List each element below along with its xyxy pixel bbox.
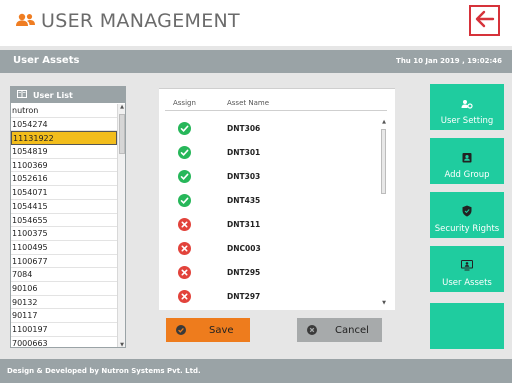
x-circle-icon[interactable] [178,218,191,231]
header-divider [165,110,387,111]
asset-row[interactable]: DNT435 [159,191,379,215]
asset-row[interactable]: DNT301 [159,143,379,167]
user-list-item[interactable]: 1054071 [11,186,117,200]
users-icon [16,12,35,31]
footer-text: Design & Developed by Nutron Systems Pvt… [7,367,201,375]
shield-icon [462,202,472,221]
x-circle-icon[interactable] [178,290,191,303]
user-list-item[interactable]: 1100375 [11,227,117,241]
user-list-item[interactable]: 1052616 [11,172,117,187]
asset-name: DNT303 [227,172,261,181]
save-button[interactable]: Save [166,318,250,342]
scroll-thumb[interactable] [381,129,386,194]
section-bar: User Assets Thu 10 Jan 2019 , 19:02:46 [0,50,512,73]
side-label: Security Rights [434,224,500,234]
col-asset-name: Asset Name [227,99,270,107]
side-label: User Setting [440,116,494,126]
user-list-item[interactable]: 90132 [11,296,117,310]
user-list-item[interactable]: 1054415 [11,200,117,214]
user-list-items: nutron 1054274 11131922 1054819 1100369 10526… [11,104,117,347]
user-list-item[interactable]: 1054819 [11,145,117,159]
side-button-add-group[interactable]: Add Group [430,138,504,184]
user-list-item[interactable]: 1100495 [11,241,117,255]
footer: Design & Developed by Nutron Systems Pvt… [0,359,512,383]
asset-name: DNT311 [227,220,261,229]
section-title: User Assets [13,55,80,66]
arrow-left-icon [475,10,495,32]
side-label: Add Group [444,170,490,180]
title-wrap: USER MANAGEMENT [16,10,240,32]
user-list-title: User List [33,90,73,100]
book-icon [17,90,27,100]
asset-row[interactable]: DNT297 [159,287,379,311]
page-title: USER MANAGEMENT [41,10,240,32]
check-circle-icon [176,325,186,335]
user-list-item[interactable]: 7084 [11,268,117,282]
save-label: Save [209,324,234,336]
asset-row[interactable]: DNT311 [159,215,379,239]
user-gear-icon [461,94,473,113]
check-circle-icon[interactable] [178,122,191,135]
cancel-label: Cancel [335,324,369,336]
asset-row[interactable]: DNT295 [159,263,379,287]
user-list-item[interactable]: 1100197 [11,323,117,337]
user-list-item[interactable]: nutron [11,104,117,118]
asset-row[interactable]: DNC003 [159,239,379,263]
assets-scrollbar[interactable]: ▲ ▼ [380,119,388,306]
scroll-thumb[interactable] [119,114,125,154]
user-list-panel: User List nutron 1054274 11131922 1054819 11… [10,86,126,348]
side-label: User Assets [442,278,492,288]
side-button-user-assets[interactable]: User Assets [430,246,504,292]
back-button[interactable] [469,5,500,36]
asset-name: DNT301 [227,148,261,157]
asset-row[interactable]: DNT303 [159,167,379,191]
user-list-item[interactable]: 1054274 [11,118,117,132]
side-button-security-rights[interactable]: Security Rights [430,192,504,238]
check-circle-icon[interactable] [178,194,191,207]
x-circle-icon[interactable] [178,242,191,255]
monitor-user-icon [461,256,473,275]
check-circle-icon[interactable] [178,170,191,183]
side-button-user-setting[interactable]: User Setting [430,84,504,130]
asset-name: DNC003 [227,244,261,253]
asset-name: DNT295 [227,268,261,277]
user-list-item[interactable]: 11131922 [11,131,117,146]
scroll-up-icon[interactable]: ▲ [380,119,388,125]
contact-card-icon [462,148,472,167]
x-circle-icon[interactable] [178,266,191,279]
scroll-down-icon[interactable]: ▼ [118,342,125,347]
side-button-empty[interactable] [430,303,504,349]
asset-name: DNT297 [227,292,261,301]
asset-name: DNT306 [227,124,261,133]
user-list-item[interactable]: 7000663 [11,337,117,347]
close-circle-icon [307,325,317,335]
asset-name: DNT435 [227,196,261,205]
user-list-item[interactable]: 1100369 [11,159,117,173]
app-header: USER MANAGEMENT [0,0,512,46]
user-list-item[interactable]: 1100677 [11,255,117,269]
check-circle-icon[interactable] [178,146,191,159]
scroll-up-icon[interactable]: ▲ [118,104,125,110]
scroll-down-icon[interactable]: ▼ [380,300,388,306]
datetime: Thu 10 Jan 2019 , 19:02:46 [396,57,502,65]
user-list-item[interactable]: 1054655 [11,214,117,228]
user-list-item[interactable]: 90117 [11,309,117,323]
assets-panel: Assign Asset Name DNT306 DNT301 DNT303 DNT4… [159,88,395,310]
user-list-scrollbar[interactable]: ▲ ▼ [117,104,125,347]
user-list-item[interactable]: 90106 [11,282,117,296]
user-list-header: User List [11,87,125,103]
cancel-button[interactable]: Cancel [297,318,382,342]
col-assign: Assign [173,99,196,107]
asset-row[interactable]: DNT306 [159,119,379,143]
